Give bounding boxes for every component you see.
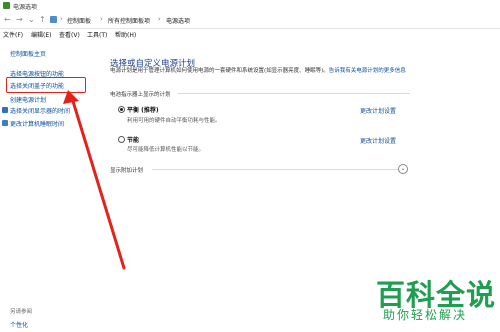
plan-saver-change-link[interactable]: 更改计划设置 <box>360 136 396 145</box>
learn-more-link[interactable]: 告诉我有关电源计划的更多信息 <box>329 68 406 74</box>
title-bar: 电源选项 <box>0 0 500 12</box>
personalize-link[interactable]: 个性化 <box>10 320 28 329</box>
plan-balanced-change-link[interactable]: 更改计划设置 <box>360 106 396 115</box>
divider <box>152 169 398 170</box>
breadcrumb-all-items[interactable]: 所有控制面板项 <box>108 16 150 25</box>
sidebar-home-link[interactable]: 控制面板主页 <box>10 49 46 58</box>
menu-edit[interactable]: 编辑(E) <box>31 30 51 39</box>
moon-icon <box>2 120 8 126</box>
plan-saver-desc: 尽可能降低计算机性能以节能。 <box>127 147 205 153</box>
power-options-icon <box>3 2 10 9</box>
show-extra-plans-label[interactable]: 显示附加计划 <box>110 166 143 174</box>
divider <box>178 93 410 94</box>
plan-saver-radio[interactable] <box>118 136 125 143</box>
section-label: 电池指示器上显示的计划 <box>110 92 171 98</box>
window-title: 电源选项 <box>13 4 38 11</box>
up-button[interactable]: ↑ <box>39 15 46 24</box>
plan-balanced-name[interactable]: 平衡 (推荐) <box>127 105 159 114</box>
menu-file[interactable]: 文件(F) <box>3 30 23 39</box>
sidebar-item-sleep-time[interactable]: 更改计算机睡眠时间 <box>10 119 64 128</box>
chevron-down-icon[interactable]: ⌄ <box>398 164 408 174</box>
breadcrumb-power-options[interactable]: 电源选项 <box>166 16 190 25</box>
watermark-subtitle: 助你轻松解决 <box>383 308 468 322</box>
sidebar-item-create-plan[interactable]: 创建电源计划 <box>10 95 46 104</box>
plan-balanced-radio[interactable] <box>118 106 125 113</box>
plan-balanced-desc: 利用可用的硬件自动平衡功耗与性能。 <box>127 118 221 124</box>
breadcrumb-control-panel[interactable]: 控制面板 <box>67 16 91 25</box>
menu-view[interactable]: 查看(V) <box>59 30 80 39</box>
recent-locations-button[interactable]: ⌄ <box>28 15 35 24</box>
shield-icon <box>2 107 8 113</box>
back-button[interactable]: ← <box>4 15 11 24</box>
plan-saver-name[interactable]: 节能 <box>127 135 139 144</box>
highlight-box <box>6 77 86 93</box>
forward-button[interactable]: → <box>16 15 23 24</box>
sidebar-item-display-off[interactable]: 选择关闭显示器的时间 <box>10 106 70 115</box>
menu-tools[interactable]: 工具(T) <box>87 30 107 39</box>
see-also-label: 另请参阅 <box>10 309 33 315</box>
page-description: 电源计划是用于管理计算机如何使用电源的一套硬件和系统设置(如显示器亮度、睡眠等)… <box>110 68 406 74</box>
control-panel-icon <box>50 16 57 23</box>
menu-bar: 文件(F) 编辑(E) 查看(V) 工具(T) 帮助(H) <box>0 29 500 39</box>
address-bar: ← → ⌄ ↑ › 控制面板 › 所有控制面板项 › 电源选项 <box>0 12 500 29</box>
menu-help[interactable]: 帮助(H) <box>115 30 136 39</box>
